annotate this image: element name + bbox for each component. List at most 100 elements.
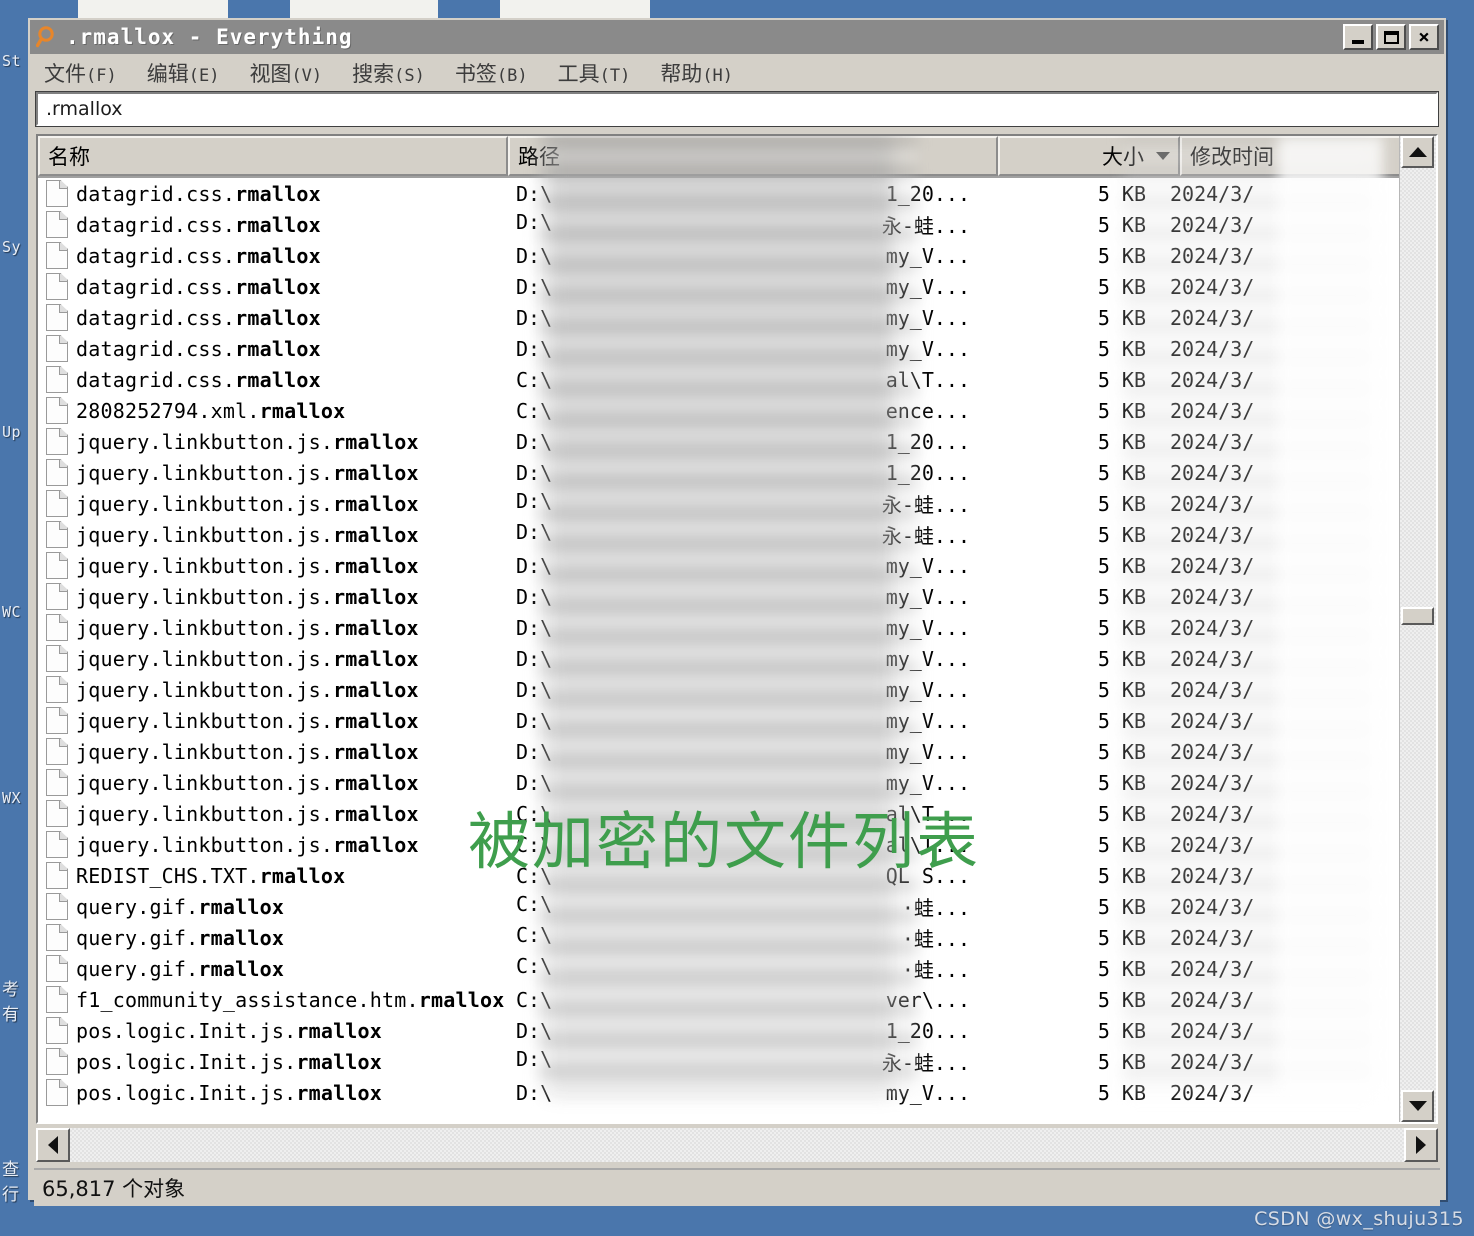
table-row[interactable]: jquery.linkbutton.js.rmallox D:\ 1_20... 5 …	[38, 426, 1436, 457]
cell-name[interactable]: pos.logic.Init.js.rmallox	[38, 1079, 508, 1106]
column-header-date[interactable]: 修改时间	[1180, 136, 1420, 176]
cell-name[interactable]: jquery.linkbutton.js.rmallox	[38, 800, 508, 827]
table-row[interactable]: datagrid.css.rmallox D:\ 1_20... 5 KB 2024/3…	[38, 178, 1436, 209]
search-box[interactable]	[35, 91, 1439, 127]
table-row[interactable]: REDIST_CHS.TXT.rmallox C:\ QL S... 5 KB 2024…	[38, 860, 1436, 891]
table-row[interactable]: pos.logic.Init.js.rmallox D:\ my_V... 5 KB 2…	[38, 1077, 1436, 1108]
cell-name[interactable]: jquery.linkbutton.js.rmallox	[38, 769, 508, 796]
cell-name[interactable]: query.gif.rmallox	[38, 893, 508, 920]
cell-name[interactable]: jquery.linkbutton.js.rmallox	[38, 459, 508, 486]
column-header-size[interactable]: 大小	[998, 136, 1180, 176]
scroll-left-button[interactable]	[36, 1128, 70, 1162]
cell-name[interactable]: jquery.linkbutton.js.rmallox	[38, 428, 508, 455]
window-titlebar[interactable]: .rmallox - Everything ×	[30, 20, 1444, 54]
cell-name[interactable]: REDIST_CHS.TXT.rmallox	[38, 862, 508, 889]
table-row[interactable]: query.gif.rmallox C:\ ·蛙... 5 KB 2024/3/	[38, 922, 1436, 953]
menu-item-e[interactable]: 编辑(E)	[143, 56, 224, 90]
cell-name[interactable]: query.gif.rmallox	[38, 955, 508, 982]
table-row[interactable]: jquery.linkbutton.js.rmallox D:\ 永-蛙... 5 K…	[38, 488, 1436, 519]
cell-name[interactable]: jquery.linkbutton.js.rmallox	[38, 645, 508, 672]
menu-item-h[interactable]: 帮助(H)	[656, 56, 737, 90]
file-name-extension: rmallox	[333, 522, 419, 547]
minimize-button[interactable]	[1343, 24, 1373, 50]
table-row[interactable]: pos.logic.Init.js.rmallox D:\ 1_20... 5 KB 2…	[38, 1015, 1436, 1046]
cell-name[interactable]: jquery.linkbutton.js.rmallox	[38, 676, 508, 703]
cell-name[interactable]: datagrid.css.rmallox	[38, 366, 508, 393]
cell-name[interactable]: datagrid.css.rmallox	[38, 242, 508, 269]
cell-name[interactable]: jquery.linkbutton.js.rmallox	[38, 831, 508, 858]
table-row[interactable]: datagrid.css.rmallox D:\ my_V... 5 KB 2024/3…	[38, 240, 1436, 271]
cell-name[interactable]: jquery.linkbutton.js.rmallox	[38, 490, 508, 517]
desktop-icon-label[interactable]: St	[2, 52, 21, 70]
cell-name[interactable]: pos.logic.Init.js.rmallox	[38, 1048, 508, 1075]
desktop-icon-label[interactable]: Sy	[2, 238, 21, 256]
table-row[interactable]: datagrid.css.rmallox D:\ my_V... 5 KB 2024/3…	[38, 271, 1436, 302]
table-row[interactable]: jquery.linkbutton.js.rmallox D:\ my_V... 5 …	[38, 581, 1436, 612]
cell-name[interactable]: pos.logic.Init.js.rmallox	[38, 1017, 508, 1044]
table-row[interactable]: query.gif.rmallox C:\ ·蛙... 5 KB 2024/3/	[38, 891, 1436, 922]
cell-name[interactable]: datagrid.css.rmallox	[38, 211, 508, 238]
desktop-icon-label[interactable]: 考	[2, 975, 20, 1000]
table-row[interactable]: jquery.linkbutton.js.rmallox C:\ al\T... 5 …	[38, 798, 1436, 829]
desktop-icon-label[interactable]: Up	[2, 423, 21, 441]
cell-name[interactable]: datagrid.css.rmallox	[38, 335, 508, 362]
horizontal-scrollbar[interactable]	[36, 1128, 1438, 1162]
desktop-icon-label[interactable]: 有	[2, 1000, 20, 1025]
results-list[interactable]: 名称 路径 大小 修改时间 datagrid.css.rmallox D:\ 1_20..…	[36, 134, 1438, 1124]
cell-name[interactable]: datagrid.css.rmallox	[38, 304, 508, 331]
table-row[interactable]: jquery.linkbutton.js.rmallox D:\ my_V... 5 …	[38, 643, 1436, 674]
desktop-icon-label[interactable]: WX	[2, 789, 21, 807]
search-input[interactable]	[44, 97, 1436, 121]
scroll-right-button[interactable]	[1404, 1128, 1438, 1162]
table-row[interactable]: jquery.linkbutton.js.rmallox D:\ 1_20... 5 …	[38, 457, 1436, 488]
menu-item-v[interactable]: 视图(V)	[245, 56, 326, 90]
horizontal-scrollbar-track[interactable]	[70, 1128, 1404, 1162]
menu-item-f[interactable]: 文件(F)	[40, 56, 121, 90]
cell-name[interactable]: 2808252794.xml.rmallox	[38, 397, 508, 424]
cell-name[interactable]: jquery.linkbutton.js.rmallox	[38, 614, 508, 641]
cell-name[interactable]: jquery.linkbutton.js.rmallox	[38, 552, 508, 579]
table-row[interactable]: datagrid.css.rmallox D:\ 永-蛙... 5 KB 2024/3/	[38, 209, 1436, 240]
cell-name[interactable]: jquery.linkbutton.js.rmallox	[38, 521, 508, 548]
table-row[interactable]: jquery.linkbutton.js.rmallox C:\ al\T... 5 …	[38, 829, 1436, 860]
table-row[interactable]: pos.logic.Init.js.rmallox D:\ 永-蛙... 5 KB 20…	[38, 1046, 1436, 1077]
table-row[interactable]: jquery.linkbutton.js.rmallox D:\ my_V... 5 …	[38, 674, 1436, 705]
menu-item-b[interactable]: 书签(B)	[451, 56, 532, 90]
cell-name[interactable]: jquery.linkbutton.js.rmallox	[38, 707, 508, 734]
scroll-down-button[interactable]	[1401, 1090, 1434, 1122]
menu-item-s[interactable]: 搜索(S)	[348, 56, 429, 90]
cell-name[interactable]: jquery.linkbutton.js.rmallox	[38, 738, 508, 765]
column-header-path[interactable]: 路径	[508, 136, 998, 176]
vertical-scrollbar-thumb[interactable]	[1401, 607, 1434, 626]
table-row[interactable]: jquery.linkbutton.js.rmallox D:\ my_V... 5 …	[38, 767, 1436, 798]
scroll-up-button[interactable]	[1401, 136, 1434, 168]
menu-item-t[interactable]: 工具(T)	[554, 56, 635, 90]
desktop-icon-label[interactable]: WC	[2, 603, 21, 621]
table-row[interactable]: jquery.linkbutton.js.rmallox D:\ my_V... 5 …	[38, 705, 1436, 736]
vertical-scrollbar[interactable]	[1399, 136, 1436, 1122]
desktop-icon-label[interactable]: 行	[2, 1180, 20, 1205]
table-row[interactable]: jquery.linkbutton.js.rmallox D:\ 永-蛙... 5 K…	[38, 519, 1436, 550]
table-row[interactable]: f1_community_assistance.htm.rmallox C:\ ve…	[38, 984, 1436, 1015]
cell-size: 5 KB	[1097, 925, 1146, 950]
table-row[interactable]: jquery.linkbutton.js.rmallox D:\ my_V... 5 …	[38, 550, 1436, 581]
table-row[interactable]: jquery.linkbutton.js.rmallox D:\ my_V... 5 …	[38, 612, 1436, 643]
cell-path: D:\ my_V...	[508, 337, 978, 361]
table-row[interactable]: datagrid.css.rmallox D:\ my_V... 5 KB 2024/3…	[38, 302, 1436, 333]
column-header-name[interactable]: 名称	[38, 136, 508, 176]
cell-path: C:\ ·蛙...	[508, 892, 978, 921]
maximize-button[interactable]	[1376, 24, 1406, 50]
file-rows[interactable]: datagrid.css.rmallox D:\ 1_20... 5 KB 2024/3…	[38, 178, 1436, 1108]
cell-name[interactable]: datagrid.css.rmallox	[38, 273, 508, 300]
cell-name[interactable]: datagrid.css.rmallox	[38, 180, 508, 207]
table-row[interactable]: query.gif.rmallox C:\ ·蛙... 5 KB 2024/3/	[38, 953, 1436, 984]
cell-name[interactable]: query.gif.rmallox	[38, 924, 508, 951]
desktop-icon-label[interactable]: 查	[2, 1155, 20, 1180]
table-row[interactable]: datagrid.css.rmallox D:\ my_V... 5 KB 2024/3…	[38, 333, 1436, 364]
cell-name[interactable]: f1_community_assistance.htm.rmallox	[38, 986, 508, 1013]
table-row[interactable]: 2808252794.xml.rmallox C:\ ence... 5 KB 2024…	[38, 395, 1436, 426]
close-button[interactable]: ×	[1409, 24, 1439, 50]
table-row[interactable]: jquery.linkbutton.js.rmallox D:\ my_V... 5 …	[38, 736, 1436, 767]
cell-name[interactable]: jquery.linkbutton.js.rmallox	[38, 583, 508, 610]
table-row[interactable]: datagrid.css.rmallox C:\ al\T... 5 KB 2024/3…	[38, 364, 1436, 395]
